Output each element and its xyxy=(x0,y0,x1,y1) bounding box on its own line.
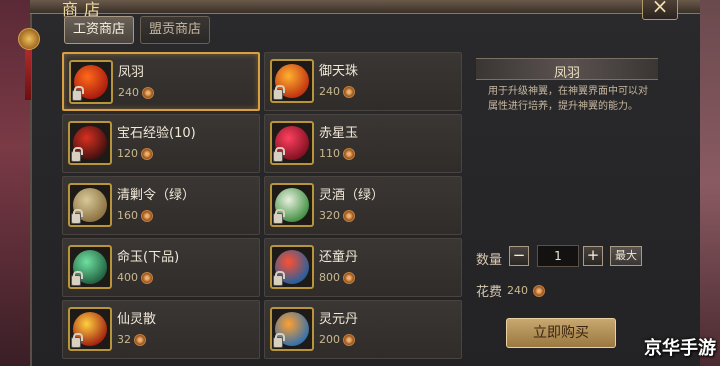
lock-icon xyxy=(273,147,285,162)
lock-icon xyxy=(273,333,285,348)
item-icon-frame xyxy=(68,245,112,289)
lock-icon xyxy=(71,271,83,286)
item-name: 宝石经验(10) xyxy=(117,126,196,141)
item-price-row: 110 xyxy=(319,147,355,160)
coin-icon xyxy=(343,85,355,98)
lock-icon xyxy=(71,147,83,162)
item-grid: 凤羽 240 御天珠 240 宝石经验(10) 120 赤星玉 110 清剿令（绿） 160 灵酒（… xyxy=(62,52,464,359)
coin-icon xyxy=(533,284,546,297)
item-icon-frame xyxy=(270,183,314,227)
tassel-decoration xyxy=(25,50,31,100)
title-bar xyxy=(30,0,700,14)
item-price: 32 xyxy=(117,333,131,346)
item-price-row: 200 xyxy=(319,333,355,346)
item-price-row: 120 xyxy=(117,147,153,160)
coin-icon xyxy=(343,209,355,222)
shop-item[interactable]: 凤羽 240 xyxy=(62,52,260,111)
detail-header: 凤羽 xyxy=(476,58,658,81)
item-price: 110 xyxy=(319,147,340,160)
item-icon-frame xyxy=(270,121,314,165)
shop-item[interactable]: 还童丹 800 xyxy=(264,238,462,297)
item-price: 800 xyxy=(319,271,340,284)
item-name: 还童丹 xyxy=(319,250,359,265)
lock-icon xyxy=(273,271,285,286)
item-icon-frame xyxy=(270,245,314,289)
lock-icon xyxy=(273,209,285,224)
item-price: 400 xyxy=(117,271,138,284)
tab-wage-shop[interactable]: 工资商店 xyxy=(64,16,135,44)
close-button[interactable]: × xyxy=(642,0,678,20)
coin-icon xyxy=(343,147,355,160)
item-name: 仙灵散 xyxy=(117,312,157,327)
item-name: 灵元丹 xyxy=(319,312,359,327)
coin-icon xyxy=(343,333,355,346)
item-price-row: 320 xyxy=(319,209,355,222)
detail-description: 用于升级神翼，在神翼界面中可以对属性进行培养，提升神翼的能力。 xyxy=(488,86,648,112)
item-price-row: 32 xyxy=(117,333,146,346)
ornament-icon xyxy=(18,28,40,50)
shop-item[interactable]: 御天珠 240 xyxy=(264,52,462,111)
item-price-row: 160 xyxy=(117,209,153,222)
item-price: 120 xyxy=(117,147,138,160)
item-price-row: 240 xyxy=(319,85,355,98)
coin-icon xyxy=(134,333,146,346)
lock-icon xyxy=(71,209,83,224)
cost-row: 花费 240 xyxy=(476,281,546,300)
watermark: 京华手游 xyxy=(644,338,716,359)
item-name: 赤星玉 xyxy=(319,126,359,141)
buy-now-button[interactable]: 立即购买 xyxy=(506,318,616,348)
coin-icon xyxy=(141,271,153,284)
quantity-minus-button[interactable]: − xyxy=(509,246,529,266)
coin-icon xyxy=(343,271,355,284)
item-icon-frame xyxy=(68,183,112,227)
shop-item[interactable]: 仙灵散 32 xyxy=(62,300,260,359)
cost-value: 240 xyxy=(507,284,529,297)
item-icon-frame xyxy=(270,307,314,351)
shop-item[interactable]: 赤星玉 110 xyxy=(264,114,462,173)
item-icon-frame xyxy=(68,121,112,165)
max-quantity-button[interactable]: 最大 xyxy=(610,246,642,266)
coin-icon xyxy=(141,147,153,160)
item-price-row: 400 xyxy=(117,271,153,284)
shop-item[interactable]: 灵元丹 200 xyxy=(264,300,462,359)
coin-icon xyxy=(142,86,154,99)
item-price: 200 xyxy=(319,333,340,346)
item-price-row: 240 xyxy=(118,86,154,99)
item-detail-panel: 凤羽 用于升级神翼，在神翼界面中可以对属性进行培养，提升神翼的能力。 数量 − … xyxy=(472,52,662,357)
item-name: 御天珠 xyxy=(319,64,359,79)
item-icon-frame xyxy=(69,60,113,104)
lock-icon xyxy=(72,86,84,101)
shop-item[interactable]: 灵酒（绿） 320 xyxy=(264,176,462,235)
item-name: 命玉(下品) xyxy=(117,250,180,265)
item-price: 160 xyxy=(117,209,138,222)
quantity-plus-button[interactable]: + xyxy=(583,246,603,266)
shop-item[interactable]: 宝石经验(10) 120 xyxy=(62,114,260,173)
cost-label: 花费 xyxy=(476,285,503,300)
detail-title: 凤羽 xyxy=(553,66,580,81)
item-name: 凤羽 xyxy=(118,65,145,80)
quantity-input[interactable]: 1 xyxy=(537,245,579,267)
item-name: 灵酒（绿） xyxy=(319,188,385,203)
shop-item[interactable]: 命玉(下品) 400 xyxy=(62,238,260,297)
item-price: 320 xyxy=(319,209,340,222)
lock-icon xyxy=(273,85,285,100)
shop-tabs: 工资商店 盟贡商店 xyxy=(64,16,211,44)
item-price: 240 xyxy=(118,86,139,99)
lock-icon xyxy=(71,333,83,348)
shop-item[interactable]: 清剿令（绿） 160 xyxy=(62,176,260,235)
coin-icon xyxy=(141,209,153,222)
item-icon-frame xyxy=(68,307,112,351)
item-price: 240 xyxy=(319,85,340,98)
tab-alliance-shop[interactable]: 盟贡商店 xyxy=(140,16,211,44)
item-icon-frame xyxy=(270,59,314,103)
item-price-row: 800 xyxy=(319,271,355,284)
item-name: 清剿令（绿） xyxy=(117,188,196,203)
quantity-label: 数量 xyxy=(476,253,503,268)
